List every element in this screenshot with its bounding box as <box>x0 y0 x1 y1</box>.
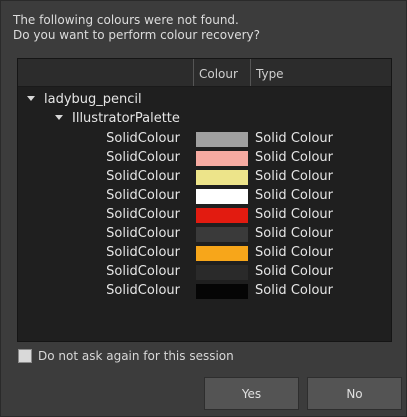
colour-type: Solid Colour <box>255 264 333 279</box>
colour-name: SolidColour <box>106 169 180 184</box>
colour-swatch <box>196 284 248 299</box>
tree-node-palette[interactable]: IllustratorPalette <box>55 111 180 127</box>
colour-swatch <box>196 170 248 185</box>
colour-row[interactable]: SolidColour Solid Colour <box>18 263 391 282</box>
colour-row[interactable]: SolidColour Solid Colour <box>18 225 391 244</box>
colour-type: Solid Colour <box>255 188 333 203</box>
do-not-ask-label: Do not ask again for this session <box>38 349 234 363</box>
colour-type: Solid Colour <box>255 150 333 165</box>
dialog-message: The following colours were not found. Do… <box>13 13 260 43</box>
header-type[interactable]: Type <box>250 59 396 86</box>
colour-type: Solid Colour <box>255 226 333 241</box>
message-line-2: Do you want to perform colour recovery? <box>13 28 260 42</box>
colour-row[interactable]: SolidColour Solid Colour <box>18 130 391 149</box>
colour-type: Solid Colour <box>255 207 333 222</box>
palette-label: IllustratorPalette <box>72 111 180 126</box>
colour-row[interactable]: SolidColour Solid Colour <box>18 149 391 168</box>
colour-recovery-dialog: The following colours were not found. Do… <box>0 0 407 417</box>
tree-header: Colour Type <box>18 59 391 87</box>
colour-name: SolidColour <box>106 226 180 241</box>
colour-row[interactable]: SolidColour Solid Colour <box>18 187 391 206</box>
yes-button[interactable]: Yes <box>204 377 299 410</box>
no-button[interactable]: No <box>307 377 402 410</box>
colour-name: SolidColour <box>106 283 180 298</box>
colour-name: SolidColour <box>106 245 180 260</box>
colour-swatch <box>196 227 248 242</box>
colour-swatch <box>196 246 248 261</box>
do-not-ask-checkbox[interactable] <box>18 349 32 363</box>
colour-type: Solid Colour <box>255 283 333 298</box>
colour-swatch <box>196 208 248 223</box>
colour-swatch <box>196 189 248 204</box>
colour-row[interactable]: SolidColour Solid Colour <box>18 244 391 263</box>
tree-node-root[interactable]: ladybug_pencil <box>27 92 142 108</box>
colour-name: SolidColour <box>106 131 180 146</box>
colour-swatch <box>196 132 248 147</box>
colour-row[interactable]: SolidColour Solid Colour <box>18 206 391 225</box>
colour-type: Solid Colour <box>255 131 333 146</box>
root-label: ladybug_pencil <box>44 92 142 107</box>
missing-colours-tree[interactable]: Colour Type ladybug_pencil IllustratorPa… <box>17 58 392 342</box>
expand-arrow-icon[interactable] <box>27 96 35 101</box>
message-line-1: The following colours were not found. <box>13 13 239 27</box>
colour-name: SolidColour <box>106 150 180 165</box>
colour-type: Solid Colour <box>255 169 333 184</box>
colour-row[interactable]: SolidColour Solid Colour <box>18 168 391 187</box>
header-name[interactable] <box>18 59 193 86</box>
colour-name: SolidColour <box>106 264 180 279</box>
colour-swatch <box>196 151 248 166</box>
colour-name: SolidColour <box>106 188 180 203</box>
expand-arrow-icon[interactable] <box>55 115 63 120</box>
colour-row[interactable]: SolidColour Solid Colour <box>18 282 391 301</box>
header-colour[interactable]: Colour <box>193 59 249 86</box>
colour-swatch <box>196 265 248 280</box>
colour-type: Solid Colour <box>255 245 333 260</box>
colour-name: SolidColour <box>106 207 180 222</box>
